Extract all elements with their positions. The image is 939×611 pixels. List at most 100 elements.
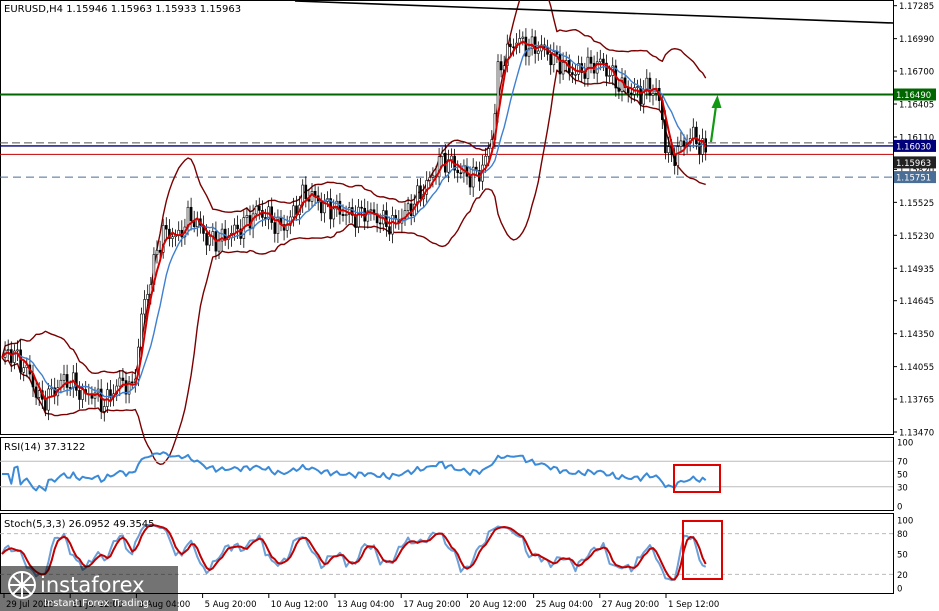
candle-body [171, 236, 174, 239]
candle-body [90, 394, 94, 399]
rsi-tick-label: 70 [897, 458, 908, 468]
candle-body [118, 377, 122, 387]
price-tick-label: 1.14935 [899, 265, 934, 275]
candle-body [645, 77, 649, 91]
candle-body [338, 200, 342, 215]
candle-body [217, 240, 221, 252]
logo-tagline: Instant Forex Trading [44, 598, 149, 609]
candle-body [158, 249, 162, 253]
candle-body [208, 235, 211, 246]
candle-body [16, 349, 19, 352]
candle-body [602, 58, 605, 64]
candle-body [155, 249, 159, 255]
candle-body [409, 203, 413, 217]
candle-body [679, 140, 683, 147]
price-tick-label: 1.13765 [899, 396, 934, 406]
candle-body [667, 146, 670, 154]
level-label: 1.16490 [896, 91, 931, 101]
candle-body [22, 367, 26, 373]
candle-body [695, 126, 698, 144]
candle-body [406, 203, 410, 211]
price-tick-label: 1.17285 [899, 2, 934, 12]
rsi-tick-label: 30 [897, 483, 908, 493]
candle-body [47, 388, 50, 411]
candle-body [189, 206, 193, 221]
candle-body [285, 225, 289, 231]
candle-body [165, 225, 168, 230]
candle-body [273, 222, 277, 234]
candle-body [106, 389, 109, 407]
forex-chart[interactable]: 1.172851.169901.167001.164051.161101.158… [0, 0, 939, 611]
candle-body [419, 185, 422, 200]
price-tick-label: 1.16405 [899, 101, 934, 111]
price-tick-label: 1.16700 [899, 68, 934, 78]
candle-body [103, 406, 106, 412]
time-tick-label: 27 Aug 20:00 [602, 600, 659, 610]
candle-body [629, 92, 633, 95]
time-tick-label: 10 Aug 12:00 [271, 600, 328, 610]
candle-body [332, 208, 336, 220]
candle-body [459, 172, 463, 175]
price-tick-label: 1.13470 [899, 429, 934, 439]
candle-body [78, 390, 81, 400]
candle-body [617, 87, 621, 92]
candle-body [62, 374, 66, 381]
candle-body [499, 61, 503, 71]
stoch-tick-label: 80 [897, 530, 908, 540]
candle-body [143, 299, 146, 315]
price-tick-label: 1.15525 [899, 199, 934, 209]
candle-body [257, 205, 261, 211]
price-tick-label: 1.15230 [899, 232, 934, 242]
stoch-tick-label: 20 [897, 571, 908, 581]
candle-body [676, 146, 680, 166]
candle-body [636, 86, 639, 88]
logo-brand: instaforex [40, 573, 145, 597]
candle-body [6, 349, 10, 351]
candle-body [140, 313, 143, 348]
candle-body [388, 226, 391, 235]
candle-body [558, 54, 562, 75]
time-tick-label: 5 Aug 20:00 [205, 600, 257, 610]
rsi-tick-label: 100 [897, 439, 913, 449]
candle-body [34, 386, 38, 398]
candle-body [509, 43, 512, 48]
candle-body [37, 390, 41, 398]
candle-body [369, 209, 373, 212]
candle-body [651, 93, 655, 96]
candle-body [561, 62, 565, 75]
candle-body [121, 377, 125, 381]
candle-body [456, 169, 460, 174]
stoch-title: Stoch(5,3,3) 26.0952 49.3545 [4, 519, 155, 530]
candle-body [245, 215, 249, 218]
price-tick-label: 1.16990 [899, 35, 934, 45]
time-tick-label: 17 Aug 20:00 [403, 600, 460, 610]
candle-body [385, 210, 388, 227]
symbol-header: EURUSD,H4 1.15946 1.15963 1.15933 1.1596… [4, 4, 241, 15]
candle-body [75, 372, 78, 391]
candle-body [233, 224, 236, 234]
rsi-title: RSI(14) 37.3122 [4, 442, 85, 453]
price-tick-label: 1.14350 [899, 330, 934, 340]
stoch-tick-label: 0 [897, 585, 902, 595]
candle-body [68, 387, 72, 389]
price-tick-label: 1.14055 [899, 363, 934, 373]
candle-body [205, 233, 208, 246]
rsi-tick-label: 50 [897, 471, 908, 481]
candle-body [44, 399, 47, 411]
candle-body [484, 155, 487, 166]
rsi-tick-label: 0 [897, 503, 902, 513]
candle-body [664, 119, 667, 154]
price-tick-label: 1.14645 [899, 297, 934, 307]
candle-body [589, 56, 593, 64]
candle-body [319, 202, 323, 214]
rsi-panel-frame [0, 437, 894, 511]
candle-body [292, 205, 295, 218]
candle-body [549, 53, 553, 66]
level-label: 1.16030 [896, 142, 931, 152]
candle-body [536, 50, 540, 54]
main-price-axis: 1.172851.169901.167001.164051.161101.158… [893, 2, 934, 439]
time-tick-label: 13 Aug 04:00 [337, 600, 394, 610]
candle-body [608, 75, 611, 77]
candle-body [521, 36, 525, 39]
main-panel-frame [0, 0, 894, 435]
